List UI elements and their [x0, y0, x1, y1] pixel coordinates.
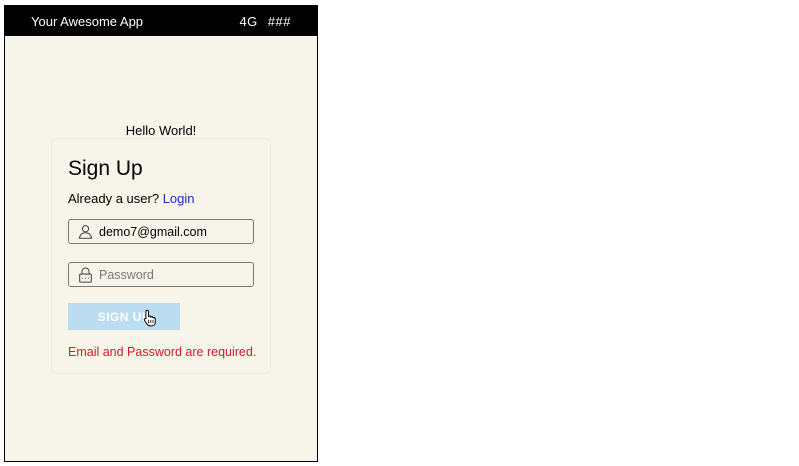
- already-user-text: Already a user?: [68, 191, 160, 206]
- login-link[interactable]: Login: [163, 191, 195, 206]
- hand-cursor-icon: [143, 309, 157, 327]
- user-icon: [77, 224, 93, 240]
- greeting-text: Hello World!: [125, 123, 197, 138]
- email-field-wrapper: [68, 219, 254, 244]
- signup-card: Sign Up Already a user? Login demo7@gmai…: [51, 138, 271, 374]
- password-field[interactable]: [99, 267, 249, 282]
- password-field-wrapper: [68, 262, 254, 287]
- email-field[interactable]: [99, 224, 249, 239]
- app-title: Your Awesome App: [31, 13, 144, 29]
- status-indicators: 4G ###: [239, 14, 291, 29]
- app-screen: Your Awesome App 4G ### Hello World! Sig…: [4, 5, 318, 462]
- lock-icon: [77, 266, 93, 283]
- already-user-line: Already a user? Login: [68, 191, 195, 206]
- signal-indicator: ###: [267, 13, 291, 29]
- error-message: Email and Password are required.: [68, 345, 257, 359]
- network-indicator: 4G: [239, 13, 258, 29]
- status-bar: Your Awesome App 4G ###: [5, 6, 317, 36]
- sign-up-button[interactable]: SIGN UP: [68, 303, 180, 330]
- page-title: Sign Up: [68, 157, 143, 180]
